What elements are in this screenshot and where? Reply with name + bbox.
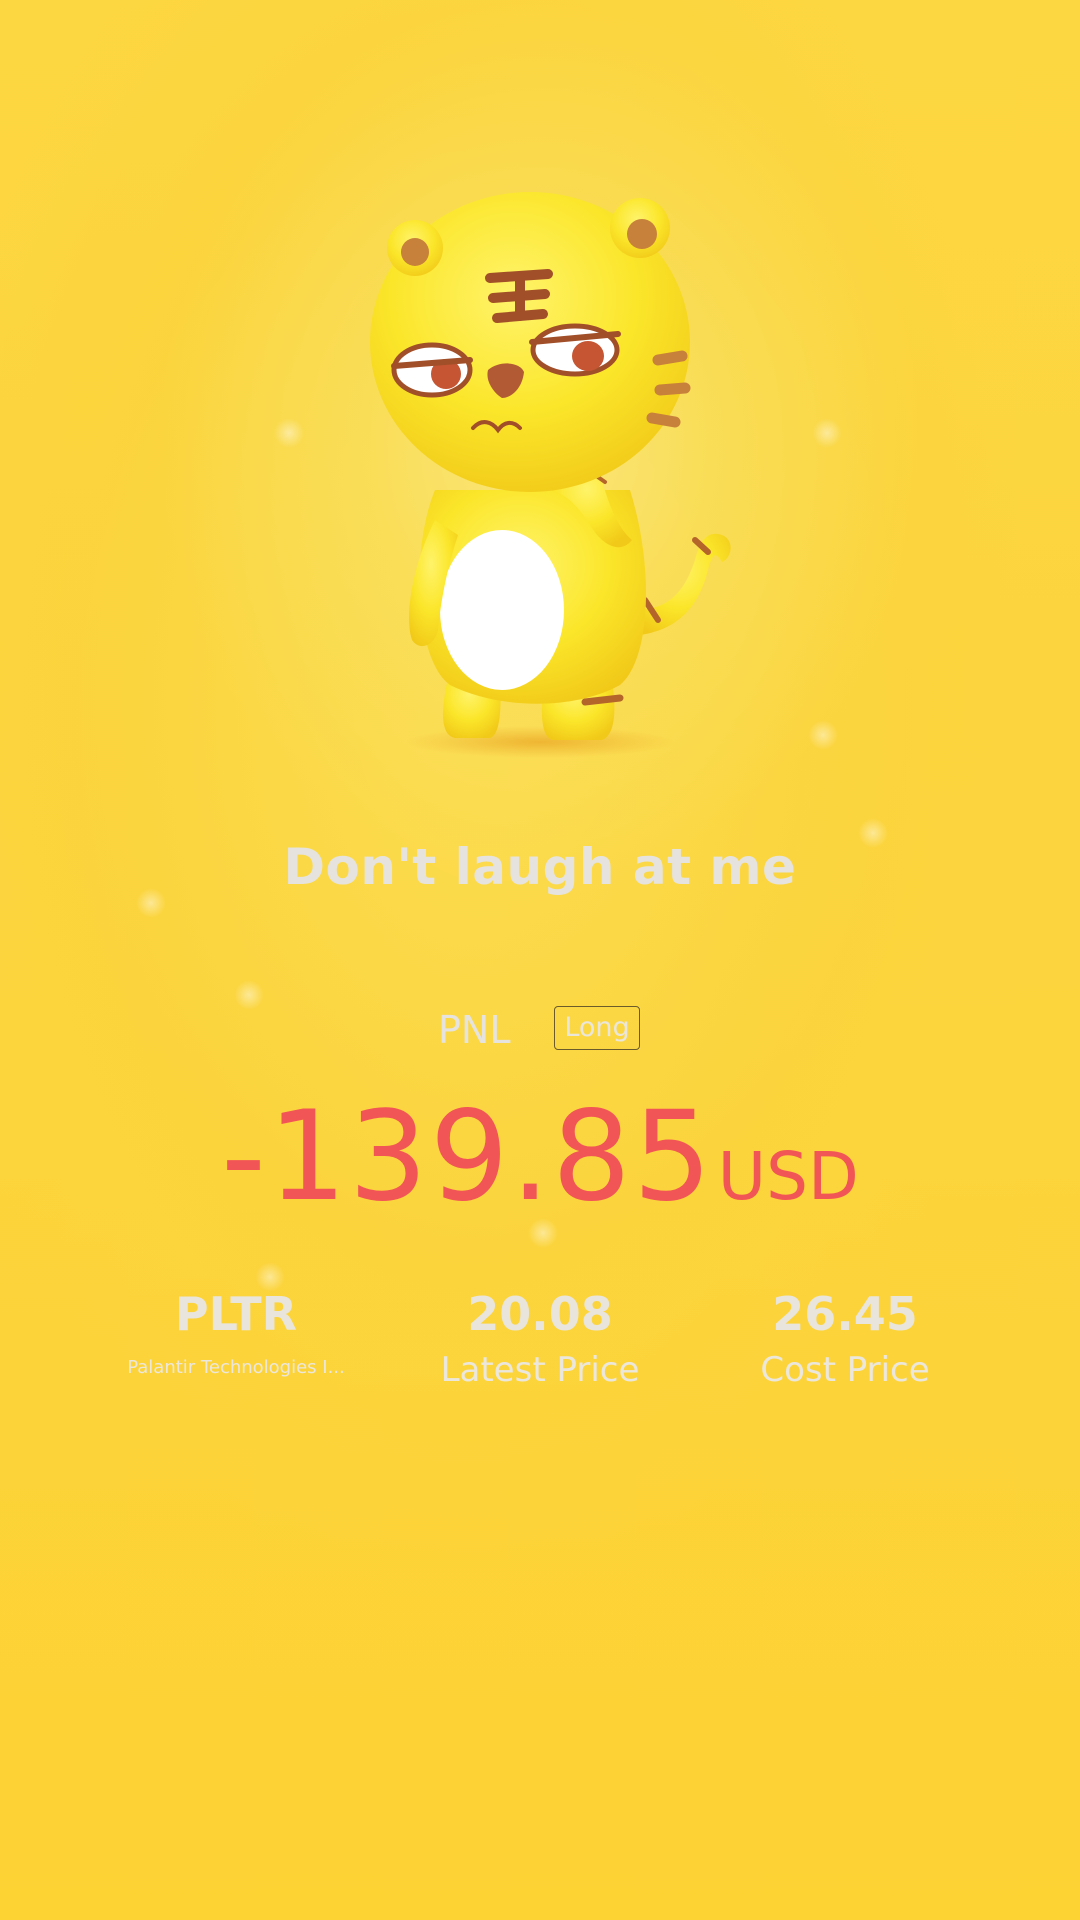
stat-latest-price: 20.08 Latest Price: [370, 1284, 710, 1390]
stat-symbol-label: Palantir Technologies I...: [127, 1357, 345, 1378]
stat-cost-price: 26.45 Cost Price: [675, 1284, 1015, 1390]
stats-row: PLTR Palantir Technologies I... 20.08 La…: [0, 1284, 1080, 1404]
pnl-value: -139.85: [221, 1085, 714, 1229]
position-badge: Long: [554, 1006, 640, 1050]
stat-symbol: PLTR Palantir Technologies I...: [66, 1284, 406, 1380]
stat-latest-price-value: 20.08: [467, 1287, 613, 1341]
stat-cost-price-value: 26.45: [772, 1287, 918, 1341]
caption-text: Don't laugh at me: [283, 838, 797, 896]
stat-latest-price-label: Latest Price: [440, 1350, 640, 1390]
sparkle: [808, 720, 838, 750]
pnl-label: PNL: [438, 1008, 511, 1052]
pnl-amount: -139.85USD: [0, 1085, 1080, 1229]
sparkle: [812, 418, 842, 448]
pnl-unit: USD: [717, 1138, 859, 1215]
stat-symbol-value: PLTR: [174, 1287, 298, 1341]
stat-cost-price-label: Cost Price: [760, 1350, 930, 1390]
sparkle: [274, 418, 304, 448]
tiger-mascot-icon: [370, 192, 731, 758]
pnl-header: PNL Long: [0, 1006, 1080, 1054]
